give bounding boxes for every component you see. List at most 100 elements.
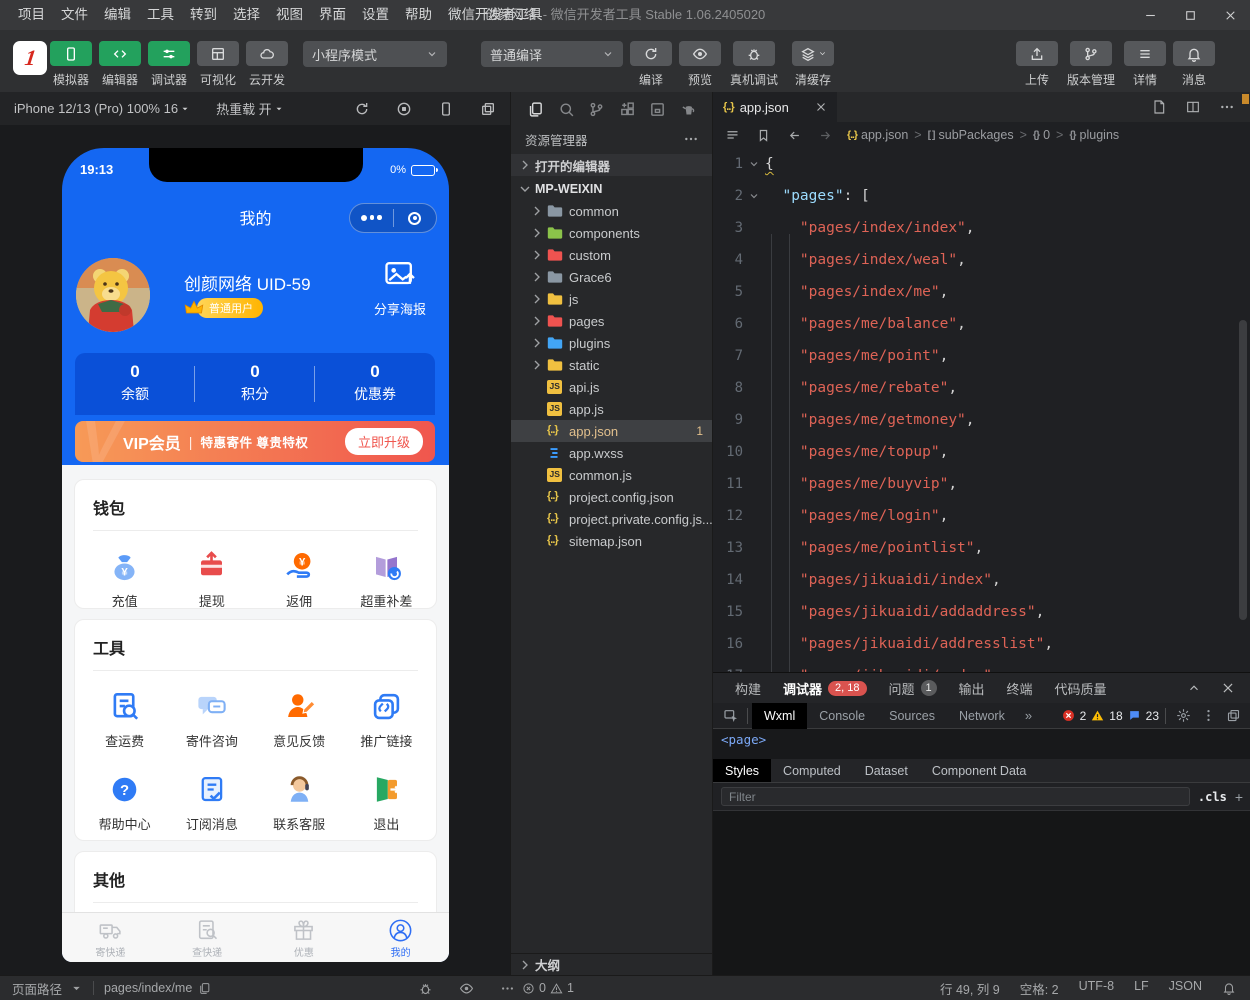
tree-item-app.json[interactable]: {..}app.json1 bbox=[511, 420, 713, 442]
tree-item-api.js[interactable]: JSapi.js bbox=[511, 376, 713, 398]
outline-section[interactable]: 大纲 bbox=[511, 953, 713, 975]
toolbar-button[interactable]: 预览 bbox=[679, 41, 721, 88]
debug-tab-终端[interactable]: 终端 bbox=[1007, 679, 1033, 698]
bug-icon[interactable] bbox=[418, 981, 433, 996]
tree-item-plugins[interactable]: plugins bbox=[511, 332, 713, 354]
toolbar-button[interactable]: 编辑器 bbox=[99, 41, 141, 88]
debug-tab-调试器[interactable]: 调试器2, 18 bbox=[783, 679, 866, 698]
grid-item-联系客服[interactable]: 联系客服 bbox=[256, 772, 343, 833]
editor-scrollbar[interactable] bbox=[1239, 320, 1247, 620]
grid-item-充值[interactable]: ¥充值 bbox=[81, 549, 168, 609]
refresh-icon[interactable] bbox=[354, 101, 370, 117]
source-control-icon[interactable] bbox=[588, 101, 605, 118]
grid-item-提现[interactable]: 提现 bbox=[168, 549, 255, 609]
grid-item-推广链接[interactable]: 推广链接 bbox=[343, 689, 430, 750]
chevron-up-icon[interactable] bbox=[1187, 681, 1201, 695]
box-icon[interactable] bbox=[649, 101, 666, 118]
dom-tree[interactable]: <page> bbox=[713, 729, 1250, 759]
grid-item-退出[interactable]: 退出 bbox=[343, 772, 430, 833]
menu-item[interactable]: 设置 bbox=[354, 0, 397, 30]
tree-item-app.js[interactable]: JSapp.js bbox=[511, 398, 713, 420]
bookmark-icon[interactable] bbox=[756, 128, 771, 143]
toolbar-button[interactable]: 清缓存 bbox=[787, 41, 839, 88]
grid-item-寄件咨询[interactable]: 寄件咨询 bbox=[168, 689, 255, 750]
tab-我的[interactable]: 我的 bbox=[352, 913, 449, 962]
problems-indicator[interactable]: 0 1 bbox=[522, 981, 574, 995]
grid-item-帮助中心[interactable]: ?帮助中心 bbox=[81, 772, 168, 833]
add-style-icon[interactable]: + bbox=[1235, 789, 1243, 805]
windows-icon[interactable] bbox=[480, 101, 496, 117]
fold-icon[interactable] bbox=[743, 190, 765, 202]
debug-tab-问题[interactable]: 问题1 bbox=[889, 679, 937, 698]
close-tab-icon[interactable] bbox=[815, 101, 827, 113]
styles-tab-Styles[interactable]: Styles bbox=[713, 759, 771, 782]
tree-item-sitemap.json[interactable]: {..}sitemap.json bbox=[511, 530, 713, 552]
tree-item-static[interactable]: static bbox=[511, 354, 713, 376]
tree-item-js[interactable]: js bbox=[511, 288, 713, 310]
debug-tab-构建[interactable]: 构建 bbox=[735, 679, 761, 698]
menu-item[interactable]: 文件 bbox=[53, 0, 96, 30]
breadcrumb-item[interactable]: [ ]subPackages bbox=[928, 128, 1014, 142]
tab-寄快递[interactable]: 寄快递 bbox=[62, 913, 159, 962]
kebab-menu-icon[interactable] bbox=[1201, 708, 1216, 723]
grid-item-订阅消息[interactable]: 订阅消息 bbox=[168, 772, 255, 833]
search-icon[interactable] bbox=[558, 101, 575, 118]
avatar[interactable] bbox=[76, 258, 150, 332]
menu-item[interactable]: 选择 bbox=[225, 0, 268, 30]
maximize-button[interactable] bbox=[1170, 0, 1210, 30]
devtools-tab-Console[interactable]: Console bbox=[807, 703, 877, 729]
toolbar-button[interactable]: 模拟器 bbox=[50, 41, 92, 88]
notifications-icon[interactable] bbox=[1222, 981, 1236, 995]
menu-item[interactable]: 项目 bbox=[10, 0, 53, 30]
copy-icon[interactable] bbox=[198, 982, 211, 995]
toolbar-button[interactable]: 真机调试 bbox=[728, 41, 780, 88]
styles-tab-Component-Data[interactable]: Component Data bbox=[920, 759, 1039, 782]
code-editor[interactable]: 1{2 "pages": [3 "pages/index/index",4 "p… bbox=[713, 148, 1250, 672]
tab-优惠[interactable]: 优惠 bbox=[256, 913, 353, 962]
inspect-icon[interactable] bbox=[723, 708, 739, 724]
outline-icon[interactable] bbox=[725, 128, 740, 143]
device-select[interactable]: iPhone 12/13 (Pro) 100% 16 bbox=[14, 101, 190, 116]
tree-item-project.private.config.js...[interactable]: {..}project.private.config.js... bbox=[511, 508, 713, 530]
toolbar-button[interactable]: 可视化 bbox=[197, 41, 239, 88]
tab-app-json[interactable]: {..} app.json bbox=[713, 92, 837, 122]
tree-item-Grace6[interactable]: Grace6 bbox=[511, 266, 713, 288]
menu-item[interactable]: 编辑 bbox=[96, 0, 139, 30]
grid-item-意见反馈[interactable]: 意见反馈 bbox=[256, 689, 343, 750]
minimize-button[interactable] bbox=[1130, 0, 1170, 30]
close-miniprogram-icon[interactable] bbox=[394, 212, 437, 225]
toolbar-button[interactable]: 消息 bbox=[1173, 41, 1215, 88]
tree-item-pages[interactable]: pages bbox=[511, 310, 713, 332]
fold-icon[interactable] bbox=[743, 158, 765, 170]
tree-item-components[interactable]: components bbox=[511, 222, 713, 244]
toolbar-button[interactable]: 编译 bbox=[630, 41, 672, 88]
eye-icon[interactable] bbox=[459, 981, 474, 996]
open-editors-section[interactable]: 打开的编辑器 bbox=[511, 154, 713, 176]
breadcrumb-item[interactable]: {}plugins bbox=[1069, 128, 1119, 142]
extensions-icon[interactable] bbox=[619, 101, 636, 118]
breadcrumb-item[interactable]: {..}app.json bbox=[847, 128, 908, 142]
close-button[interactable] bbox=[1210, 0, 1250, 30]
upgrade-button[interactable]: 立即升级 bbox=[345, 428, 423, 455]
project-root[interactable]: MP-WEIXIN bbox=[511, 178, 713, 200]
status-item[interactable]: LF bbox=[1134, 979, 1149, 998]
menu-item[interactable]: 工具 bbox=[139, 0, 182, 30]
tree-item-project.config.json[interactable]: {..}project.config.json bbox=[511, 486, 713, 508]
breadcrumb-item[interactable]: {}0 bbox=[1033, 128, 1050, 142]
ellipsis-icon[interactable] bbox=[683, 131, 699, 147]
devtools-tab-Wxml[interactable]: Wxml bbox=[752, 703, 807, 729]
toolbar-button[interactable]: 上传 bbox=[1016, 41, 1058, 88]
grid-item-超重补差[interactable]: 超重补差 bbox=[343, 549, 430, 609]
dom-element[interactable]: <page> bbox=[721, 732, 766, 747]
devtools-tab-Network[interactable]: Network bbox=[947, 703, 1017, 729]
toolbar-button[interactable]: 调试器 bbox=[148, 41, 190, 88]
more-tabs-icon[interactable]: » bbox=[1017, 708, 1040, 723]
grid-item-返佣[interactable]: ¥返佣 bbox=[256, 549, 343, 609]
devtools-tab-Sources[interactable]: Sources bbox=[877, 703, 947, 729]
styles-tab-Dataset[interactable]: Dataset bbox=[853, 759, 920, 782]
split-editor-icon[interactable] bbox=[1185, 99, 1201, 115]
status-item[interactable]: JSON bbox=[1169, 979, 1202, 998]
menu-item[interactable]: 界面 bbox=[311, 0, 354, 30]
filter-input[interactable] bbox=[721, 787, 1190, 806]
open-preview-icon[interactable] bbox=[1151, 99, 1167, 115]
